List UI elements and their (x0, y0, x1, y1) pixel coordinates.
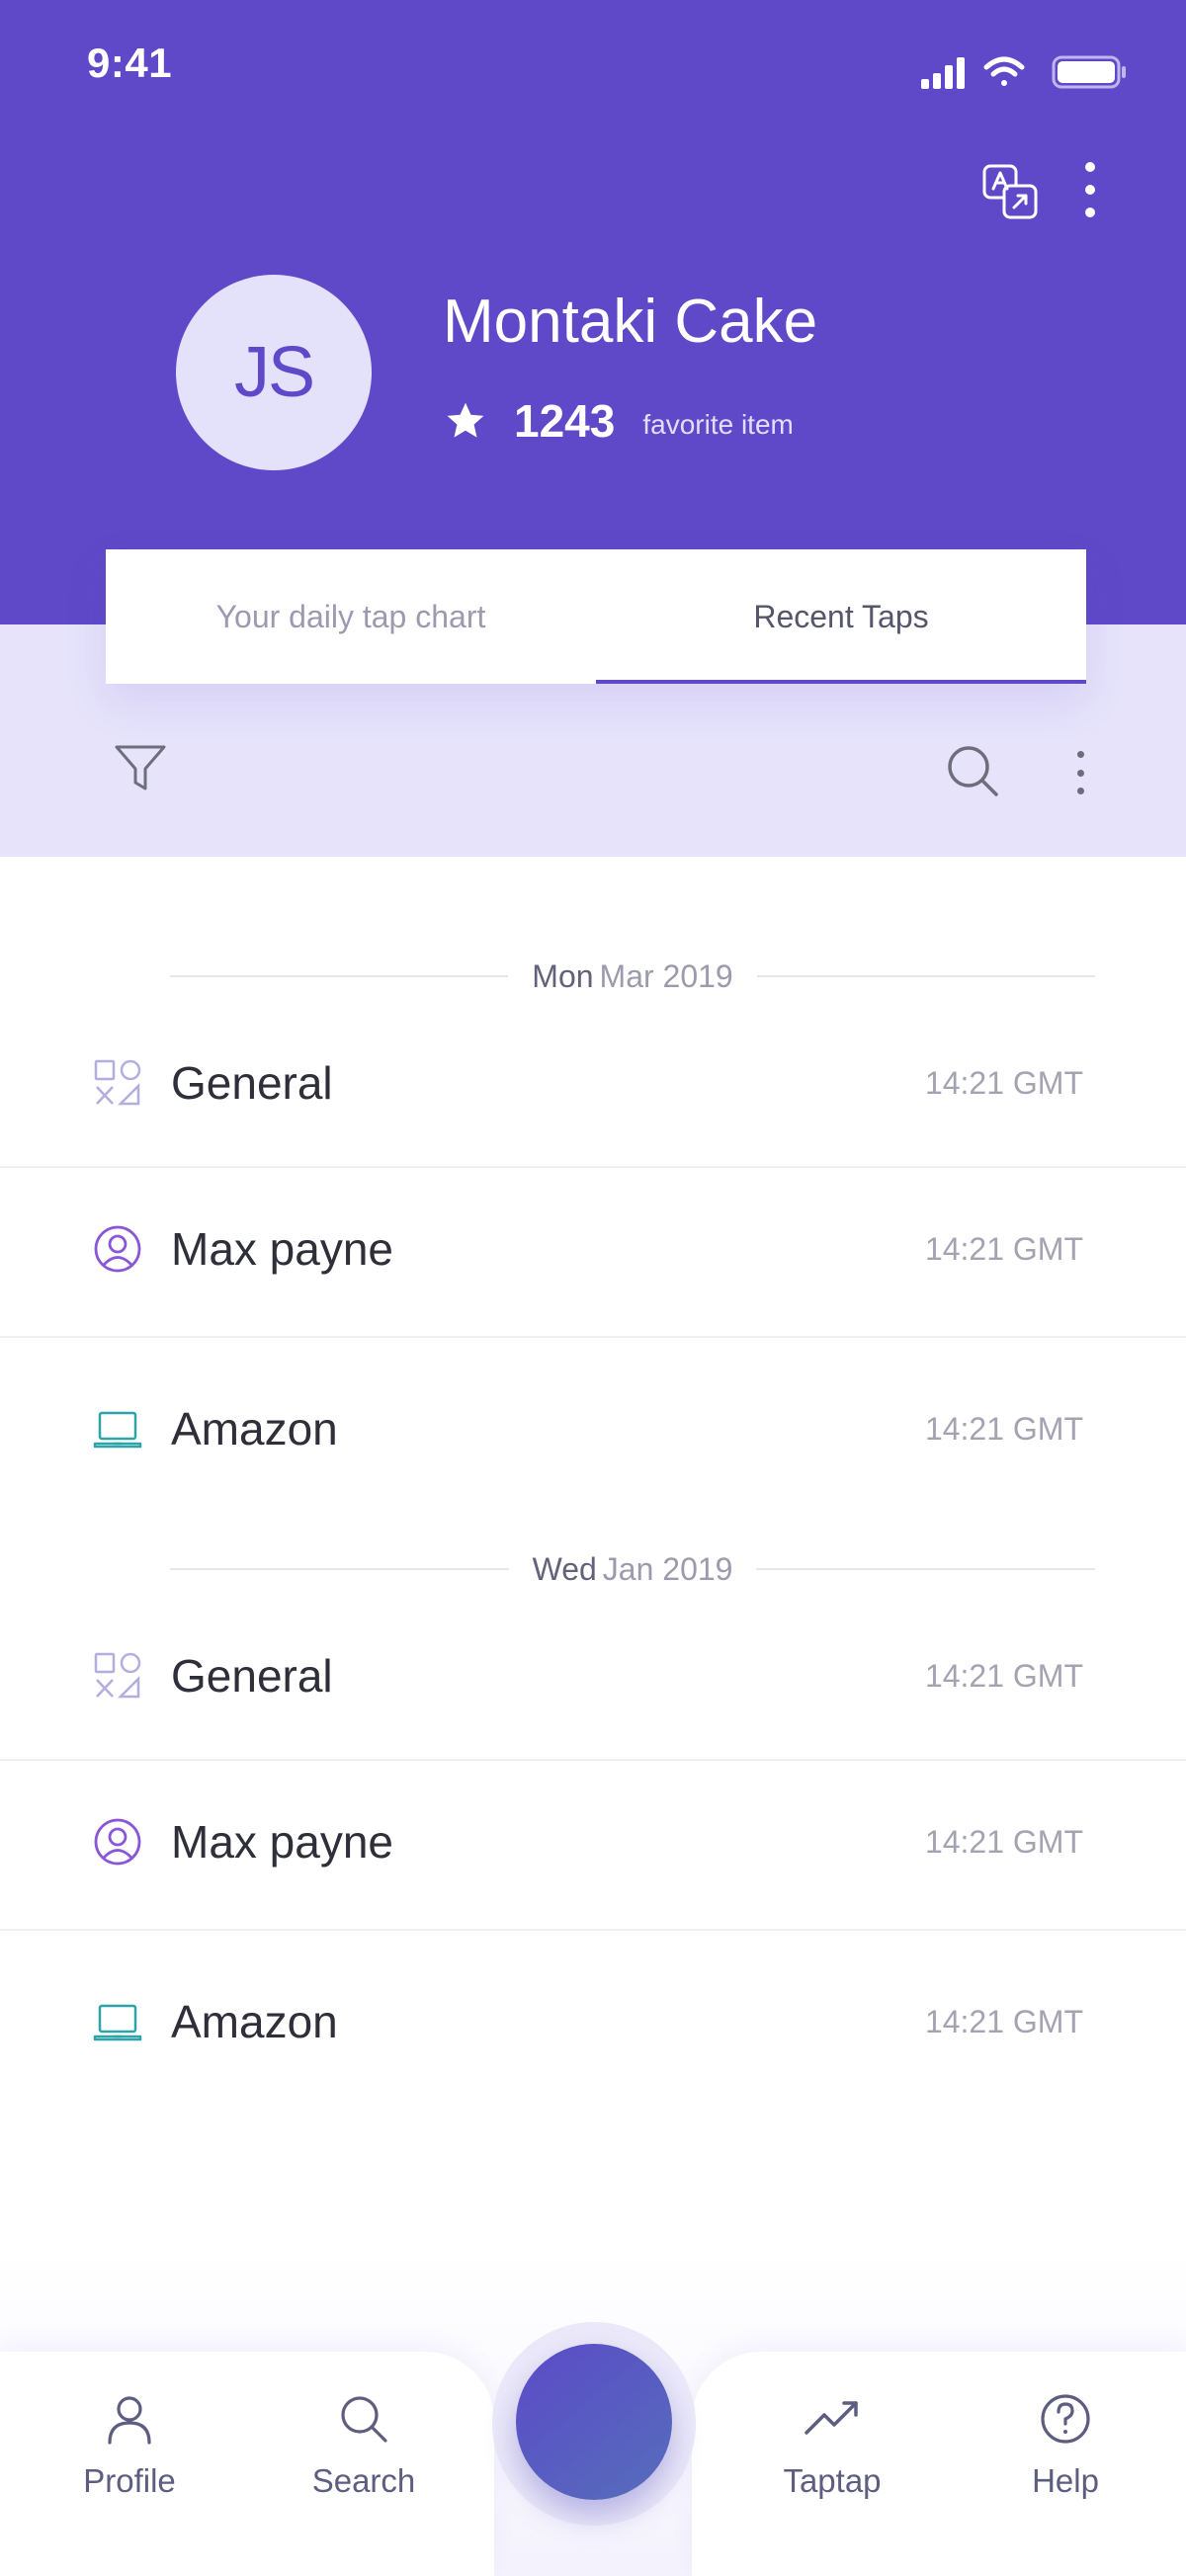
divider (0, 1929, 1186, 1931)
item-time: 14:21 GMT (924, 1410, 1083, 1447)
shapes-icon (94, 1652, 141, 1699)
favorite-count: 1243 (514, 395, 616, 447)
date-day: Mon (532, 957, 594, 994)
signal-icon (921, 57, 965, 89)
tab-recent-taps[interactable]: Recent Taps (596, 549, 1086, 684)
person-icon (108, 2396, 151, 2445)
tab-bar: Your daily tap chart Recent Taps (106, 549, 1086, 684)
item-title: General (171, 1057, 333, 1109)
list-more-button[interactable] (1073, 751, 1087, 794)
search-icon (341, 2396, 387, 2443)
nav-label: Taptap (783, 2462, 882, 2499)
item-title: General (171, 1650, 333, 1702)
status-icons (921, 55, 1126, 89)
item-title: Amazon (171, 1996, 338, 2047)
item-time: 14:21 GMT (924, 1657, 1083, 1694)
search-icon[interactable] (945, 743, 1000, 798)
battery-icon (1052, 55, 1126, 89)
filter-icon[interactable] (113, 743, 168, 792)
nav-label: Profile (83, 2462, 176, 2499)
tab-daily-tap-chart[interactable]: Your daily tap chart (106, 549, 596, 684)
nav-label: Help (1032, 2462, 1099, 2499)
divider (0, 1166, 1186, 1168)
user-circle-icon (94, 1818, 141, 1866)
item-title: Amazon (171, 1403, 338, 1454)
favorite-summary: 1243 favorite item (445, 393, 794, 449)
date-divider: Mon Mar 2019 (170, 956, 1095, 996)
tab-label: Your daily tap chart (215, 598, 486, 634)
profile-name: Montaki Cake (443, 288, 818, 356)
item-title: Max payne (171, 1223, 394, 1275)
status-time: 9:41 (87, 40, 173, 86)
star-icon (447, 402, 484, 438)
wifi-icon (983, 56, 1025, 86)
list-item[interactable]: Amazon 14:21 GMT (0, 1379, 1186, 1478)
user-circle-icon (94, 1225, 141, 1273)
list-item[interactable]: General 14:21 GMT (0, 1034, 1186, 1132)
favorite-label: favorite item (642, 409, 794, 440)
date-divider: Wed Jan 2019 (170, 1549, 1096, 1589)
item-time: 14:21 GMT (924, 2003, 1083, 2039)
nav-taptap[interactable]: Taptap (748, 2391, 916, 2500)
trend-up-icon (805, 2401, 858, 2435)
item-title: Max payne (171, 1816, 394, 1868)
nav-profile[interactable]: Profile (45, 2391, 213, 2500)
divider (0, 1336, 1186, 1338)
list-item[interactable]: Max payne 14:21 GMT (0, 1200, 1186, 1298)
shapes-icon (94, 1059, 141, 1106)
laptop-icon (93, 1411, 142, 1449)
item-time: 14:21 GMT (924, 1823, 1083, 1860)
list-item[interactable]: Max payne 14:21 GMT (0, 1792, 1186, 1891)
nav-help[interactable]: Help (981, 2391, 1149, 2500)
nav-search[interactable]: Search (280, 2391, 448, 2500)
item-time: 14:21 GMT (924, 1064, 1083, 1101)
center-action-button[interactable] (516, 2344, 672, 2500)
active-tab-indicator (596, 680, 1086, 684)
translate-icon[interactable] (980, 162, 1040, 221)
divider (0, 1759, 1186, 1761)
list-item[interactable]: General 14:21 GMT (0, 1626, 1186, 1725)
item-time: 14:21 GMT (924, 1230, 1083, 1267)
laptop-icon (93, 2004, 142, 2041)
nav-label: Search (311, 2462, 416, 2499)
date-month-year: Jan 2019 (602, 1550, 733, 1587)
more-menu-button[interactable] (1073, 162, 1107, 217)
date-day: Wed (532, 1550, 597, 1587)
list-item[interactable]: Amazon 14:21 GMT (0, 1972, 1186, 2071)
avatar[interactable]: JS (176, 275, 372, 470)
date-month-year: Mar 2019 (599, 957, 733, 994)
tab-label: Recent Taps (753, 598, 929, 634)
help-icon (1041, 2394, 1090, 2444)
